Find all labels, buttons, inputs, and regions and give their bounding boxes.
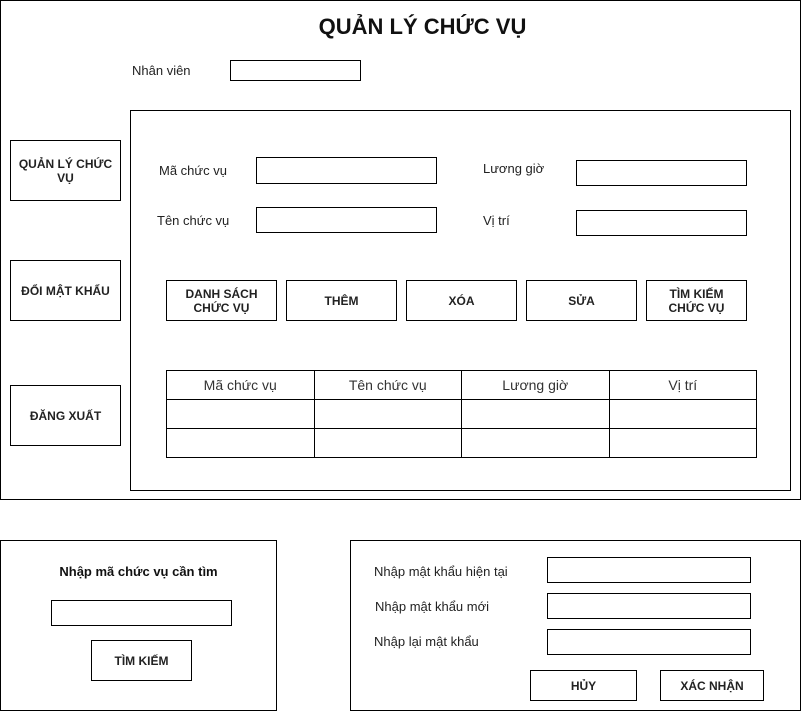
add-button[interactable]: THÊM	[286, 280, 397, 321]
position-code-label: Mã chức vụ	[159, 163, 227, 178]
search-position-button[interactable]: TÌM KIẾM CHỨC VỤ	[646, 280, 747, 321]
position-list-button[interactable]: DANH SÁCH CHỨC VỤ	[166, 280, 277, 321]
confirm-password-field[interactable]	[547, 629, 751, 655]
edit-button[interactable]: SỬA	[526, 280, 637, 321]
delete-button[interactable]: XÓA	[406, 280, 517, 321]
table-cell[interactable]	[313, 428, 462, 458]
sidebar-item-position-management[interactable]: QUẢN LÝ CHỨC VỤ	[10, 140, 121, 201]
position-name-label: Tên chức vụ	[157, 213, 230, 228]
current-password-label: Nhập mật khẩu hiện tại	[374, 564, 508, 579]
column-header-code[interactable]: Mã chức vụ	[166, 370, 315, 400]
search-dialog-title: Nhập mã chức vụ cần tìm	[59, 564, 218, 579]
column-header-location[interactable]: Vị trí	[608, 370, 757, 400]
confirm-button[interactable]: XÁC NHẬN	[660, 670, 764, 701]
column-header-wage[interactable]: Lương giờ	[461, 370, 610, 400]
table-row[interactable]	[166, 399, 757, 429]
employee-label: Nhân viên	[132, 63, 191, 78]
confirm-password-label: Nhập lại mật khẩu	[374, 634, 479, 649]
new-password-label: Nhập mật khẩu mới	[375, 599, 490, 614]
sidebar-item-change-password[interactable]: ĐỔI MẬT KHẨU	[10, 260, 121, 321]
table-row[interactable]	[166, 428, 757, 458]
table-cell[interactable]	[461, 399, 610, 429]
table-header-row: Mã chức vụ Tên chức vụ Lương giờ Vị trí	[166, 370, 757, 400]
location-field[interactable]	[576, 210, 747, 236]
cancel-button[interactable]: HỦY	[530, 670, 637, 701]
position-name-field[interactable]	[256, 207, 437, 233]
page-title: QUẢN LÝ CHỨC VỤ	[318, 14, 527, 39]
position-code-field[interactable]	[256, 157, 437, 184]
search-submit-button[interactable]: TÌM KIẾM	[91, 640, 192, 681]
column-header-name[interactable]: Tên chức vụ	[313, 370, 462, 400]
table-cell[interactable]	[608, 399, 757, 429]
hourly-wage-field[interactable]	[576, 160, 747, 186]
table-cell[interactable]	[313, 399, 462, 429]
positions-table: Mã chức vụ Tên chức vụ Lương giờ Vị trí	[166, 370, 757, 458]
table-cell[interactable]	[461, 428, 610, 458]
table-cell[interactable]	[166, 399, 315, 429]
hourly-wage-label: Lương giờ	[483, 161, 545, 176]
new-password-field[interactable]	[547, 593, 751, 619]
employee-field[interactable]	[230, 60, 361, 81]
search-code-field[interactable]	[51, 600, 232, 626]
location-label: Vị trí	[483, 213, 510, 228]
sidebar-item-logout[interactable]: ĐĂNG XUẤT	[10, 385, 121, 446]
table-cell[interactable]	[166, 428, 315, 458]
current-password-field[interactable]	[547, 557, 751, 583]
table-cell[interactable]	[608, 428, 757, 458]
